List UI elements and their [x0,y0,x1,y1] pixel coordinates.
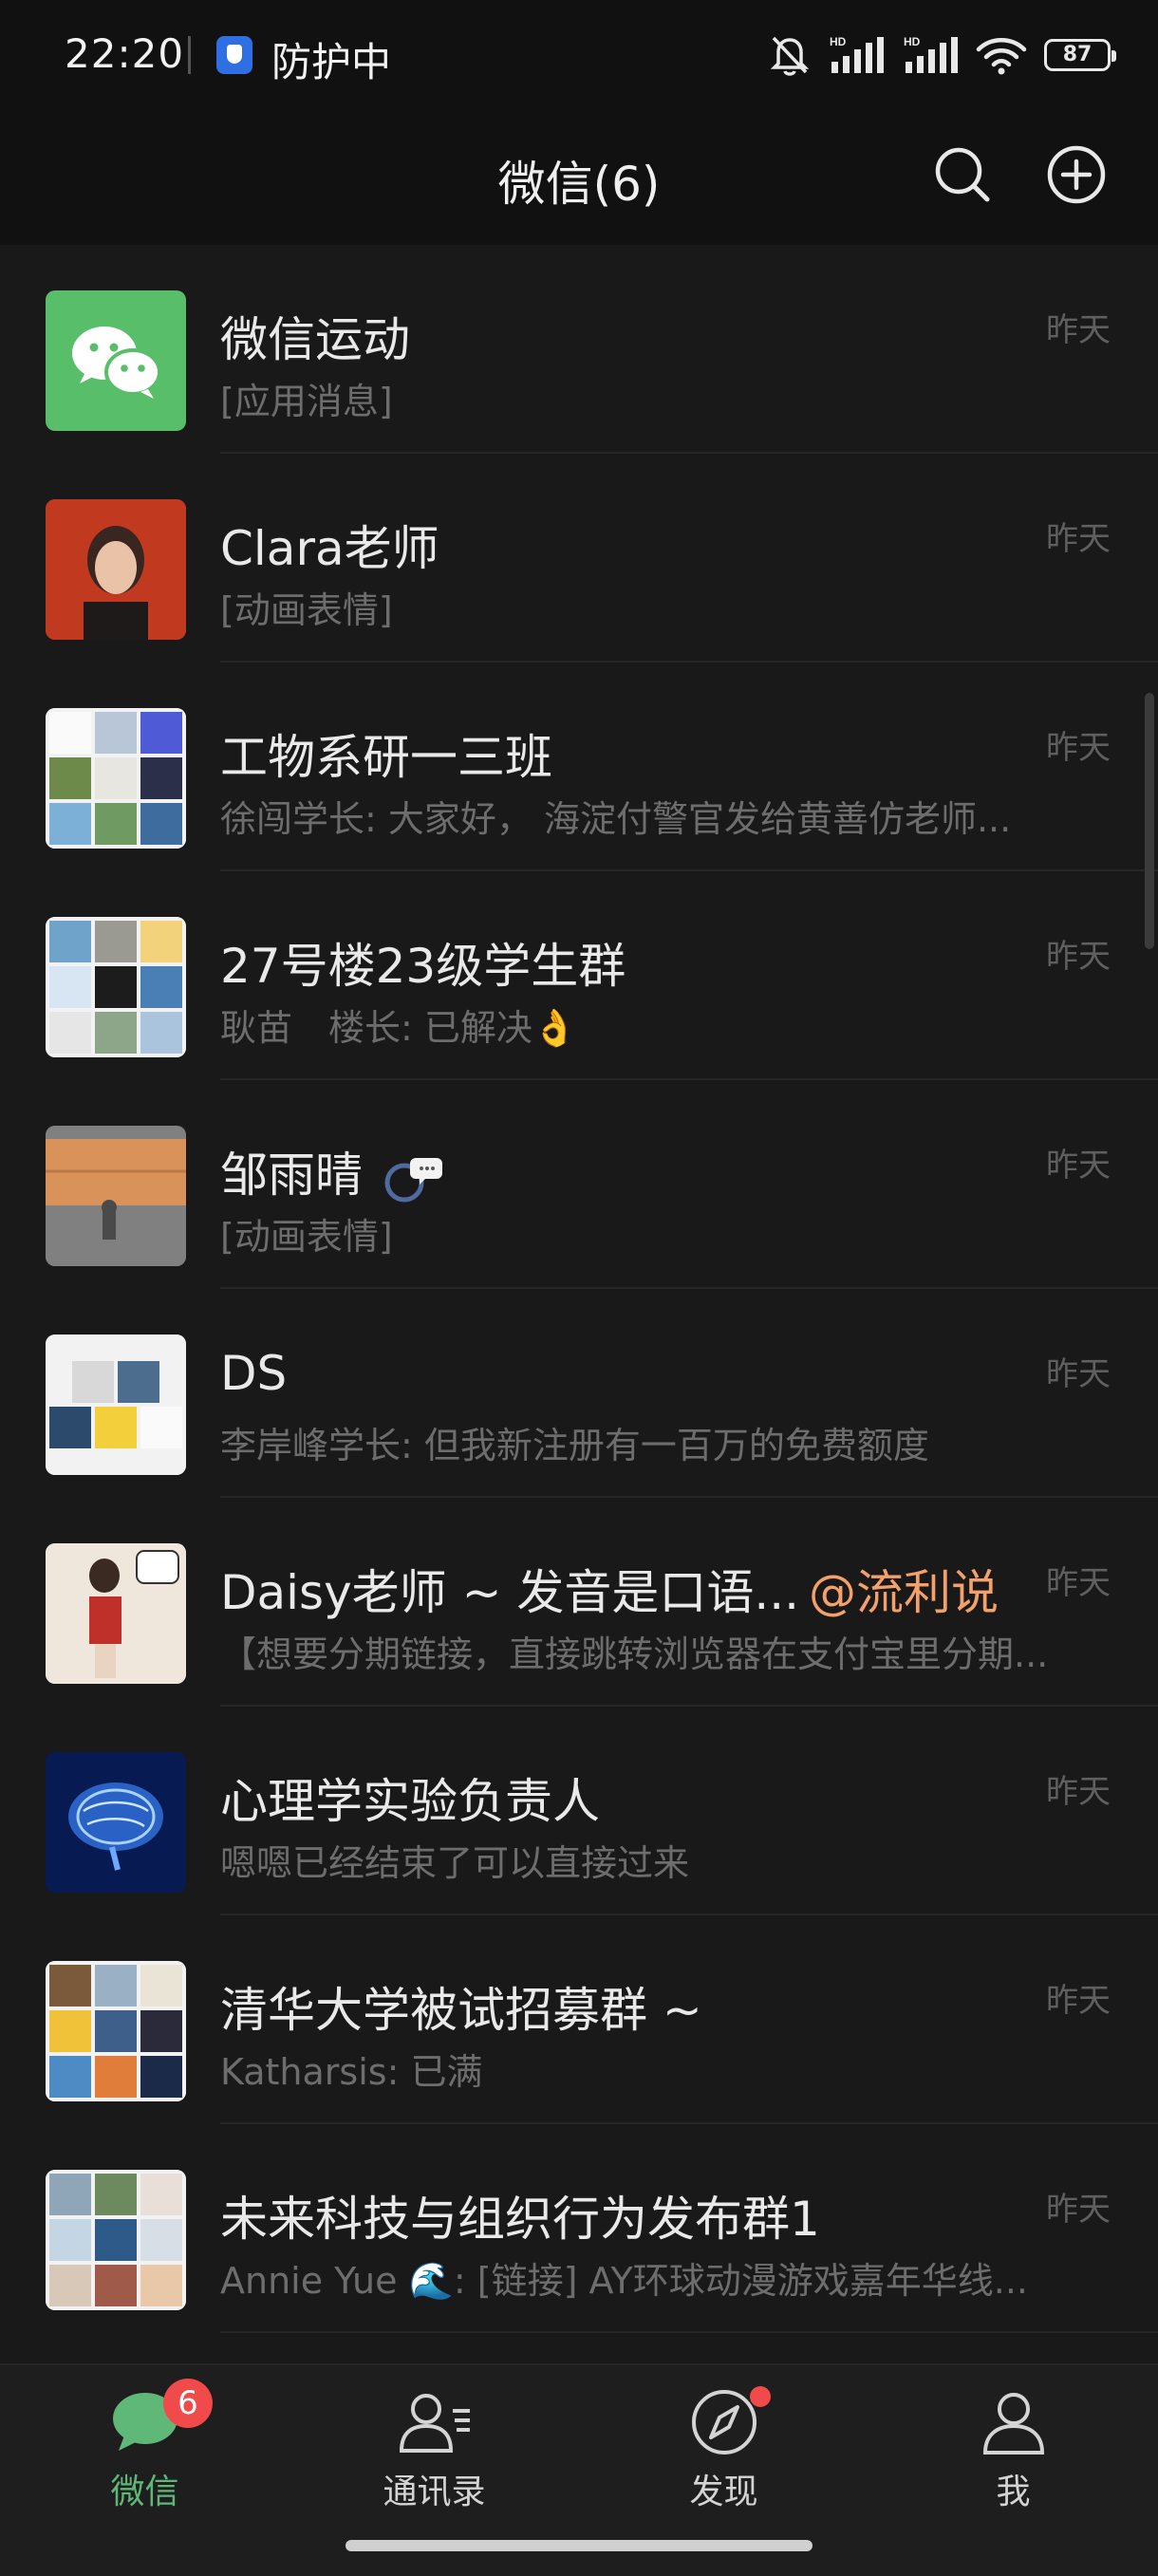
tab-me[interactable]: 我 [868,2365,1158,2536]
scrollbar[interactable] [1145,693,1154,949]
chat-name: Daisy老师 ~ 发音是口语... @流利说 [220,1555,999,1623]
group-avatar [46,1335,186,1475]
home-indicator[interactable] [346,2540,812,2551]
chat-preview: [动画表情] [220,1216,393,1258]
portrait-image [46,499,186,640]
group-avatar-grid [46,2170,186,2310]
chat-name: Clara老师 [220,521,439,576]
contacts-icon [399,2394,470,2453]
chat-item-psych[interactable]: 心理学实验负责人 嗯嗯已经结束了可以直接过来 昨天 [0,1707,1158,1915]
svg-text:HD: HD [904,35,921,48]
chat-time: 昨天 [1046,729,1111,767]
guard-label: 防护中 [271,39,392,85]
chat-item-future-tech[interactable]: 未来科技与组织行为发布群1 Annie Yue 🌊: [链接] AY环球动漫游戏… [0,2124,1158,2333]
chat-item-ds[interactable]: DS 李岸峰学长: 但我新注册有一百万的免费额度 昨天 [0,1289,1158,1498]
wechat-logo-icon [72,327,161,399]
chat-name-text: Daisy老师 ~ 发音是口语... [220,1565,800,1620]
chat-preview: Katharsis: 已满 [220,2051,483,2093]
chat-time: 昨天 [1046,1564,1111,1602]
chat-name: 心理学实验负责人 [220,1774,600,1829]
tab-label: 通讯录 [383,2473,486,2511]
portrait-image [46,1543,186,1684]
photo-image [46,1126,186,1266]
status-separator [188,36,191,74]
signal-icon: HD [904,35,958,73]
avatar [46,1543,186,1684]
group-avatar-grid [46,917,186,1057]
chat-time: 昨天 [1046,1773,1111,1811]
tab-label: 微信 [110,2473,179,2511]
chat-preview: 耿苗 楼长: 已解决👌 [220,1007,578,1049]
chat-preview: 嗯嗯已经结束了可以直接过来 [220,1842,690,1884]
chat-time: 昨天 [1046,2191,1111,2229]
chat-time: 昨天 [1046,1147,1111,1185]
divider [220,2331,1158,2333]
chat-name-text: 邹雨晴 [220,1148,363,1203]
group-avatar [46,1961,186,2101]
group-avatar [46,917,186,1057]
chat-name: 邹雨晴 [220,1137,448,1207]
group-avatar [46,2170,186,2310]
chat-preview: [动画表情] [220,589,393,631]
chat-item-wechat-sport[interactable]: 微信运动 [应用消息] 昨天 [0,245,1158,454]
header-bar: 微信(6) [0,112,1158,245]
plus-circle-icon[interactable] [1042,140,1111,209]
chat-time: 昨天 [1046,1355,1111,1393]
chat-preview: 徐闯学长: 大家好， 海淀付警官发给黄善仿老师... [220,798,1012,840]
avatar [46,1752,186,1893]
status-ring-icon [384,1157,442,1202]
chat-preview: [应用消息] [220,381,393,422]
person-icon [982,2393,1044,2455]
group-avatar [46,708,186,849]
tab-label: 我 [996,2473,1031,2511]
chat-name: 清华大学被试招募群 ~ [220,1983,702,2038]
avatar [46,499,186,640]
battery-level: 87 [1062,43,1093,66]
status-icons: HD HD 87 [769,28,1116,82]
chat-time: 昨天 [1046,311,1111,349]
avatar [46,1126,186,1266]
signal-icon: HD [830,35,884,73]
chat-item-clara[interactable]: Clara老师 [动画表情] 昨天 [0,454,1158,663]
unread-badge: 6 [163,2379,213,2428]
chat-name: 未来科技与组织行为发布群1 [220,2192,820,2247]
chat-preview: Annie Yue 🌊: [链接] AY环球动漫游戏嘉年华线... [220,2260,1028,2302]
compass-icon [691,2390,756,2455]
notification-dot [750,2386,771,2407]
status-bar: 22:20 防护中 HD HD 87 [0,0,1158,112]
chat-time: 昨天 [1046,1982,1111,2020]
wifi-icon [976,38,1027,75]
search-icon[interactable] [928,140,997,209]
chat-time: 昨天 [1046,938,1111,976]
chat-item-zou[interactable]: 邹雨晴 [动画表情] 昨天 [0,1080,1158,1289]
chat-name: 27号楼23级学生群 [220,939,626,994]
status-time: 22:20 [65,30,185,77]
chat-time: 昨天 [1046,520,1111,558]
tab-chats[interactable]: 6 微信 [0,2365,290,2536]
battery-icon: 87 [1044,39,1116,71]
chat-item-dorm-group[interactable]: 27号楼23级学生群 耿苗 楼长: 已解决👌 昨天 [0,871,1158,1080]
avatar [46,290,186,431]
chat-item-recruit-group[interactable]: 清华大学被试招募群 ~ Katharsis: 已满 昨天 [0,1915,1158,2124]
mention-tag: @流利说 [809,1565,999,1620]
chat-preview: 李岸峰学长: 但我新注册有一百万的免费额度 [220,1425,929,1466]
group-avatar-grid [46,1961,186,2101]
chat-preview: 【想要分期链接，直接跳转浏览器在支付宝里分期... [220,1633,1049,1675]
svg-text:HD: HD [830,35,847,48]
chat-list[interactable]: 微信运动 [应用消息] 昨天 Clara老师 [动画表情] 昨天 工物系研一三班… [0,245,1158,2363]
tab-discover[interactable]: 发现 [579,2365,868,2536]
chat-item-daisy[interactable]: Daisy老师 ~ 发音是口语... @流利说 【想要分期链接，直接跳转浏览器在支… [0,1498,1158,1707]
group-avatar-grid [46,708,186,849]
tab-contacts[interactable]: 通讯录 [290,2365,579,2536]
shield-icon [216,36,252,74]
chat-name: 工物系研一三班 [220,730,552,785]
chat-item-group-class[interactable]: 工物系研一三班 徐闯学长: 大家好， 海淀付警官发给黄善仿老师... 昨天 [0,663,1158,871]
chat-name: 微信运动 [220,312,410,367]
chat-name: DS [220,1346,288,1401]
tab-label: 发现 [689,2473,758,2511]
brain-image [46,1752,186,1893]
group-avatar-grid [46,1335,186,1475]
mute-bell-icon [770,36,810,76]
